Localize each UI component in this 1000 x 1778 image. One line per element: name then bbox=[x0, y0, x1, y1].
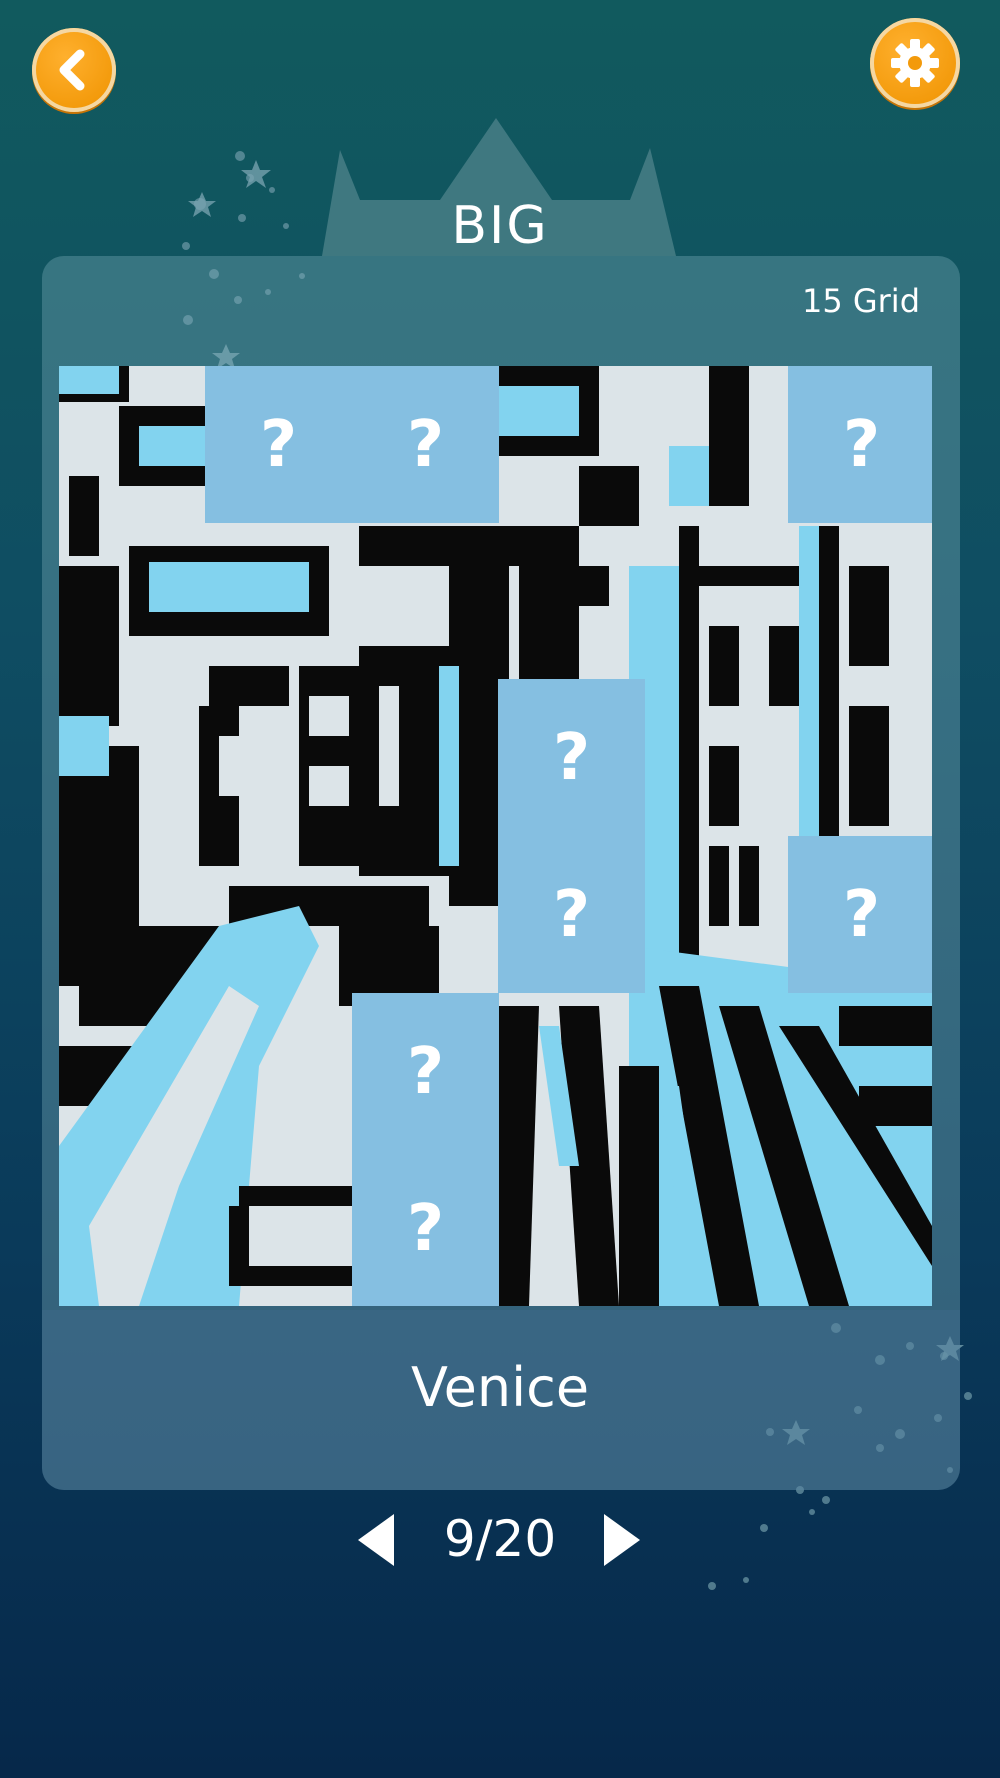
hidden-piece[interactable]: ? bbox=[788, 836, 932, 993]
puzzle-title: Venice bbox=[410, 1356, 590, 1419]
next-puzzle-button[interactable] bbox=[600, 1510, 644, 1570]
triangle-left-icon bbox=[358, 1514, 394, 1566]
hidden-piece[interactable]: ? bbox=[352, 366, 499, 523]
grid-size-label: 15 Grid bbox=[801, 282, 920, 320]
triangle-right-icon bbox=[604, 1514, 640, 1566]
page-counter: 9/20 bbox=[443, 1510, 557, 1568]
hidden-piece[interactable]: ? bbox=[498, 679, 645, 836]
hidden-piece[interactable]: ? bbox=[498, 836, 645, 993]
hidden-piece[interactable]: ? bbox=[352, 1150, 499, 1306]
hidden-piece[interactable]: ? bbox=[205, 366, 352, 523]
puzzle-preview[interactable]: ? ? ? ? ? ? ? ? bbox=[59, 366, 932, 1306]
puzzle-preview-screen: { "header": { "back_icon": "chevron-left… bbox=[0, 0, 1000, 1778]
hidden-piece[interactable]: ? bbox=[788, 366, 932, 523]
hidden-piece[interactable]: ? bbox=[352, 993, 499, 1150]
previous-puzzle-button[interactable] bbox=[354, 1510, 398, 1570]
level-category-title: BIG bbox=[451, 196, 549, 256]
